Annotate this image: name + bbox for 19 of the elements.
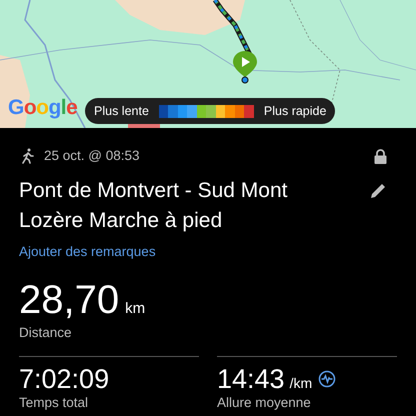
lock-icon[interactable] <box>374 148 387 164</box>
add-notes-link[interactable]: Ajouter des remarques <box>19 242 397 262</box>
stat-value: 14:43 <box>217 362 285 394</box>
legend-label: Plus lente <box>94 102 149 120</box>
walking-icon <box>21 148 35 164</box>
pencil-icon[interactable] <box>369 182 387 200</box>
activity-date: 25 oct. @ 08:53 <box>44 146 140 165</box>
stat-label: Temps total <box>19 394 90 410</box>
pulse-info-icon[interactable] <box>318 370 336 388</box>
stat-value: 7:02:09 <box>19 362 110 394</box>
activity-title: Pont de Montvert - Sud Mont Lozère Marche à pied <box>19 178 288 234</box>
legend-label: Plus rapide <box>264 102 326 120</box>
stat-label: Distance <box>19 324 73 342</box>
stat-unit: /km <box>290 374 312 392</box>
stat-unit: km <box>125 299 146 320</box>
stat-value: 28,70 <box>19 278 120 322</box>
attribution-logo: Google <box>8 97 78 118</box>
stat-label: Allure moyenne <box>217 394 312 410</box>
start-pin-icon <box>232 50 258 84</box>
